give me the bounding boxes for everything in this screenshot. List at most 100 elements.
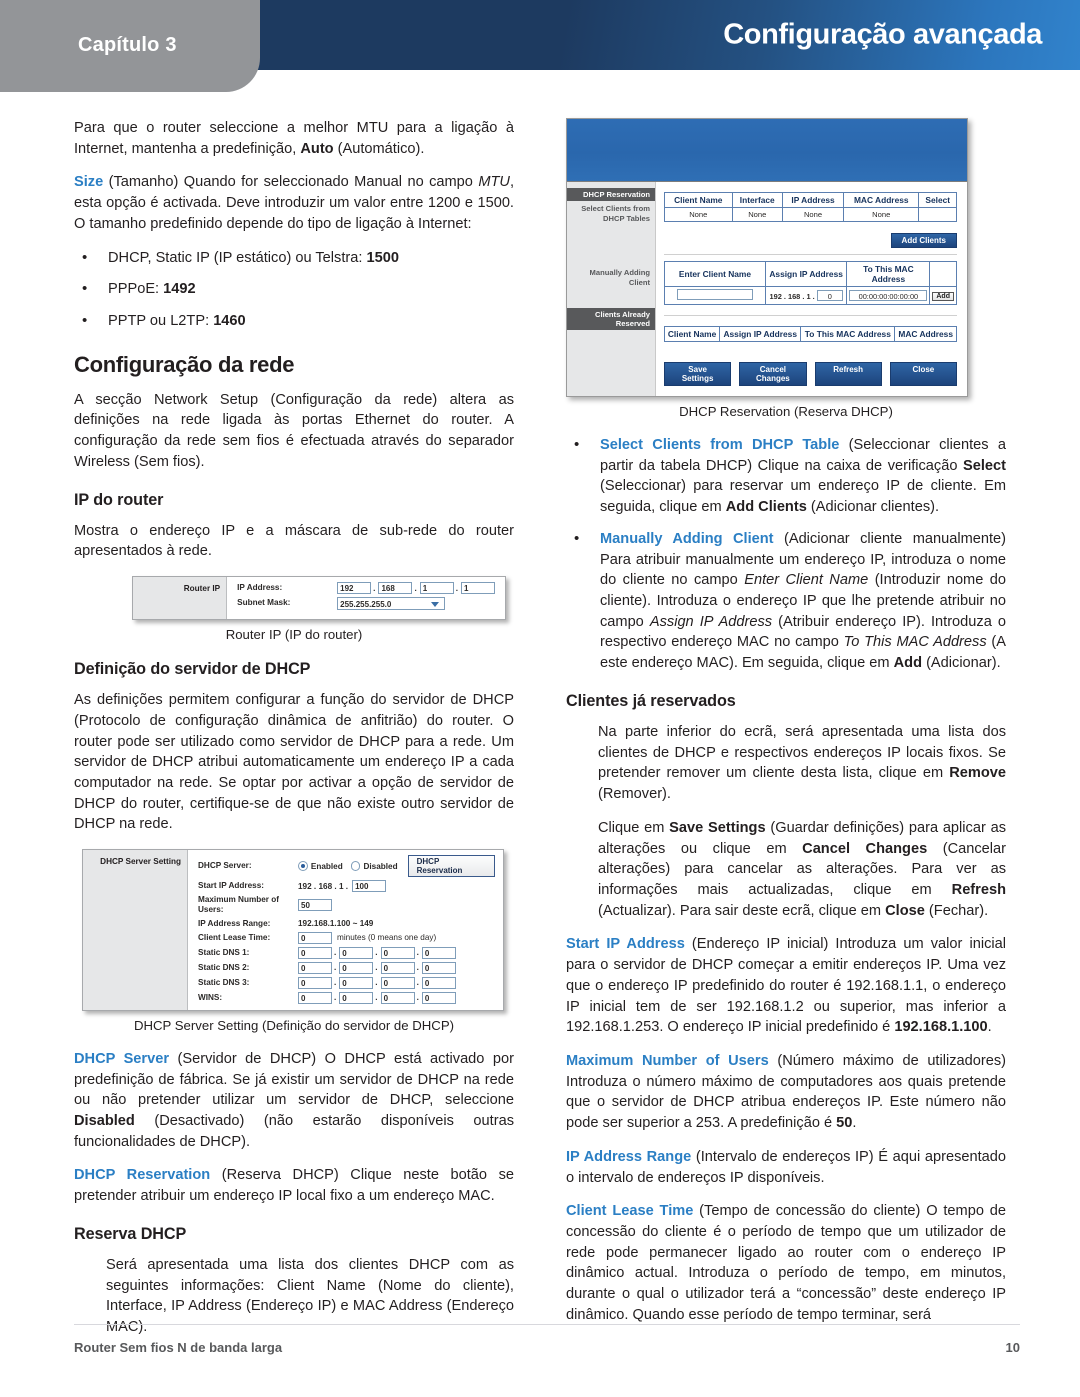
dhcp-server-setting-fields: DHCP Server: Enabled Disabled DHCP Reser…	[187, 850, 503, 1010]
dns2-octet-1[interactable]: 0	[298, 961, 332, 974]
static-dns-2-label: Static DNS 2:	[198, 962, 250, 972]
wins-octet-2[interactable]: 0	[339, 991, 374, 1004]
ip-octet-1[interactable]: 192	[337, 582, 372, 595]
dns3-octet-4[interactable]: 0	[421, 976, 456, 989]
dns2-octet-2[interactable]: 0	[339, 961, 374, 974]
td-select-checkbox[interactable]	[918, 207, 957, 222]
bullet-value: 1460	[213, 313, 246, 330]
wins-octet-3[interactable]: 0	[380, 991, 415, 1004]
add-clients-button[interactable]: Add Clients	[890, 233, 957, 248]
sidebar-label-select-clients: Select Clients from DHCP Tables	[581, 204, 650, 223]
lease-time-suffix: minutes (0 means one day)	[337, 933, 437, 943]
dns1-octet-4[interactable]: 0	[421, 946, 456, 959]
clientes-text-1c: (Remover).	[598, 786, 671, 803]
static-dns-3-row: Static DNS 3: 0. 0. 0. 0	[198, 976, 495, 989]
radio-disabled-label[interactable]: Disabled	[363, 862, 397, 871]
paragraph-dhcp-reservation: DHCP Reservation (Reserva DHCP) Clique n…	[74, 1165, 514, 1206]
radio-disabled-icon[interactable]	[350, 861, 361, 872]
select-clients-keyword: Select Clients from DHCP Table	[600, 437, 840, 453]
max-users-input[interactable]: 50	[298, 899, 332, 912]
subnet-mask-select[interactable]: 255.255.255.0	[337, 597, 446, 611]
th-reserved-client-name: Client Name	[663, 326, 721, 342]
clientes-text-2g: (Actualizar). Para sair deste ecrã, cliq…	[598, 902, 886, 919]
dns3-octet-3[interactable]: 0	[380, 976, 415, 989]
assign-ip-input[interactable]: 0	[816, 290, 843, 301]
td-add-action: Add	[929, 286, 957, 305]
ip-octet-4[interactable]: 1	[461, 582, 495, 595]
list-item: Manually Adding Client (Adicionar client…	[566, 528, 1006, 674]
paragraph-reserva-dhcp: Será apresentada uma lista dos clientes …	[106, 1256, 514, 1336]
th-mac-address: MAC Address	[843, 192, 920, 208]
reservation-window-body: DHCP Reservation Select Clients from DHC…	[567, 182, 967, 396]
max-users-default-bold: 50	[836, 1115, 853, 1132]
td-to-this-mac-address: 00:00:00:00:00:00	[846, 286, 931, 305]
footer-product-name: Router Sem fios N de banda larga	[74, 1340, 283, 1355]
dhcp-server-label: DHCP Server:	[198, 860, 252, 870]
table-header-row: Client Name Interface IP Address MAC Add…	[664, 192, 957, 208]
cancel-changes-button[interactable]: Cancel Changes	[739, 362, 807, 386]
th-reserved-mac-address: MAC Address	[894, 326, 957, 342]
dns1-octet-1[interactable]: 0	[298, 946, 332, 959]
td-enter-client-name[interactable]	[664, 286, 766, 305]
subnet-mask-label: Subnet Mask:	[237, 598, 291, 608]
add-row-button[interactable]: Add	[932, 291, 954, 301]
start-ip-keyword: Start IP Address	[566, 936, 685, 953]
start-ip-prefix: 192 . 168 . 1 .	[298, 881, 349, 891]
ip-octet-2[interactable]: 168	[378, 582, 413, 595]
manual-text-5: (Adicionar).	[922, 655, 1001, 672]
dns2-octet-3[interactable]: 0	[380, 961, 415, 974]
radio-enabled-label[interactable]: Enabled	[311, 862, 343, 871]
chevron-down-icon[interactable]	[431, 602, 440, 608]
close-button[interactable]: Close	[889, 362, 957, 386]
manual-italic-to-this-mac: To This MAC Address	[843, 634, 987, 651]
dns3-octet-2[interactable]: 0	[339, 976, 374, 989]
size-text-1: (Tamanho) Quando for seleccionado Manual…	[103, 174, 479, 191]
dns3-octet-1[interactable]: 0	[298, 976, 332, 989]
router-ip-fields: IP Address: 192. 168. 1. 1 Subnet Mask: …	[226, 577, 505, 620]
ip-octet-3[interactable]: 1	[419, 582, 454, 595]
lease-time-input[interactable]: 0	[298, 931, 332, 944]
wins-label: WINS:	[198, 992, 223, 1002]
dns2-octet-4[interactable]: 0	[421, 961, 456, 974]
left-column: Para que o router seleccione a melhor MT…	[74, 118, 514, 1338]
lease-text: (Tempo de concessão do cliente) O tempo …	[566, 1203, 1006, 1323]
lease-time-row: Client Lease Time: 0 minutes (0 means on…	[198, 931, 495, 944]
dhcp-reservation-button[interactable]: DHCP Reservation	[407, 855, 496, 878]
reservation-content: Client Name Interface IP Address MAC Add…	[655, 182, 967, 396]
radio-enabled-icon[interactable]	[298, 861, 308, 872]
mac-address-input[interactable]: 00:00:00:00:00:00	[849, 290, 928, 301]
enter-client-name-input[interactable]	[676, 289, 753, 300]
sidebar-heading-clients-reserved: Clients Already Reserved	[567, 308, 655, 331]
subheading-reserva-dhcp: Reserva DHCP	[74, 1224, 187, 1243]
dns1-octet-2[interactable]: 0	[339, 946, 374, 959]
page-header: Configuração avançada Capítulo 3	[0, 0, 1080, 92]
ip-range-value: 192.168.1.100 ~ 149	[298, 919, 374, 929]
clientes-text-1a: Na parte inferior do ecrã, será apresent…	[598, 723, 1006, 782]
table-header-row: Client Name Assign IP Address To This MA…	[663, 326, 957, 342]
wins-octet-1[interactable]: 0	[298, 991, 332, 1004]
figure-caption-dhcp-reservation: DHCP Reservation (Reserva DHCP)	[679, 404, 893, 419]
dhcp-server-text-2: (Desactivado) (não estarão disponíveis o…	[74, 1113, 514, 1150]
refresh-button[interactable]: Refresh	[814, 362, 882, 386]
max-users-label: Maximum Number of Users:	[198, 895, 279, 915]
th-to-this-mac-address: To This MAC Address	[846, 261, 931, 287]
bullet-text: PPPoE:	[108, 281, 164, 298]
ip-address-label: IP Address:	[237, 582, 283, 592]
save-settings-button[interactable]: Save Settings	[664, 362, 732, 386]
manually-adding-keyword: Manually Adding Client	[600, 530, 774, 547]
bullet-value: 1500	[366, 249, 399, 266]
lease-keyword: Client Lease Time	[566, 1203, 694, 1220]
dns1-octet-3[interactable]: 0	[380, 946, 415, 959]
router-ip-row: Router IP IP Address: 192. 168. 1. 1 Sub…	[133, 577, 505, 620]
static-dns-1-row: Static DNS 1: 0. 0. 0. 0	[198, 946, 495, 959]
td-interface: None	[731, 207, 784, 222]
paragraph-clientes-2: Clique em Save Settings (Guardar definiç…	[566, 818, 1006, 922]
chapter-label: Capítulo 3	[78, 34, 177, 56]
subnet-mask-field-row: Subnet Mask: 255.255.255.0	[237, 597, 497, 611]
divider-2	[664, 315, 957, 316]
sidebar-heading-dhcp-reservation: DHCP Reservation	[567, 188, 655, 201]
start-ip-input[interactable]: 100	[352, 880, 387, 893]
wins-octet-4[interactable]: 0	[421, 991, 456, 1004]
select-bold: Select	[963, 457, 1006, 474]
paragraph-size: Size (Tamanho) Quando for seleccionado M…	[74, 172, 514, 234]
